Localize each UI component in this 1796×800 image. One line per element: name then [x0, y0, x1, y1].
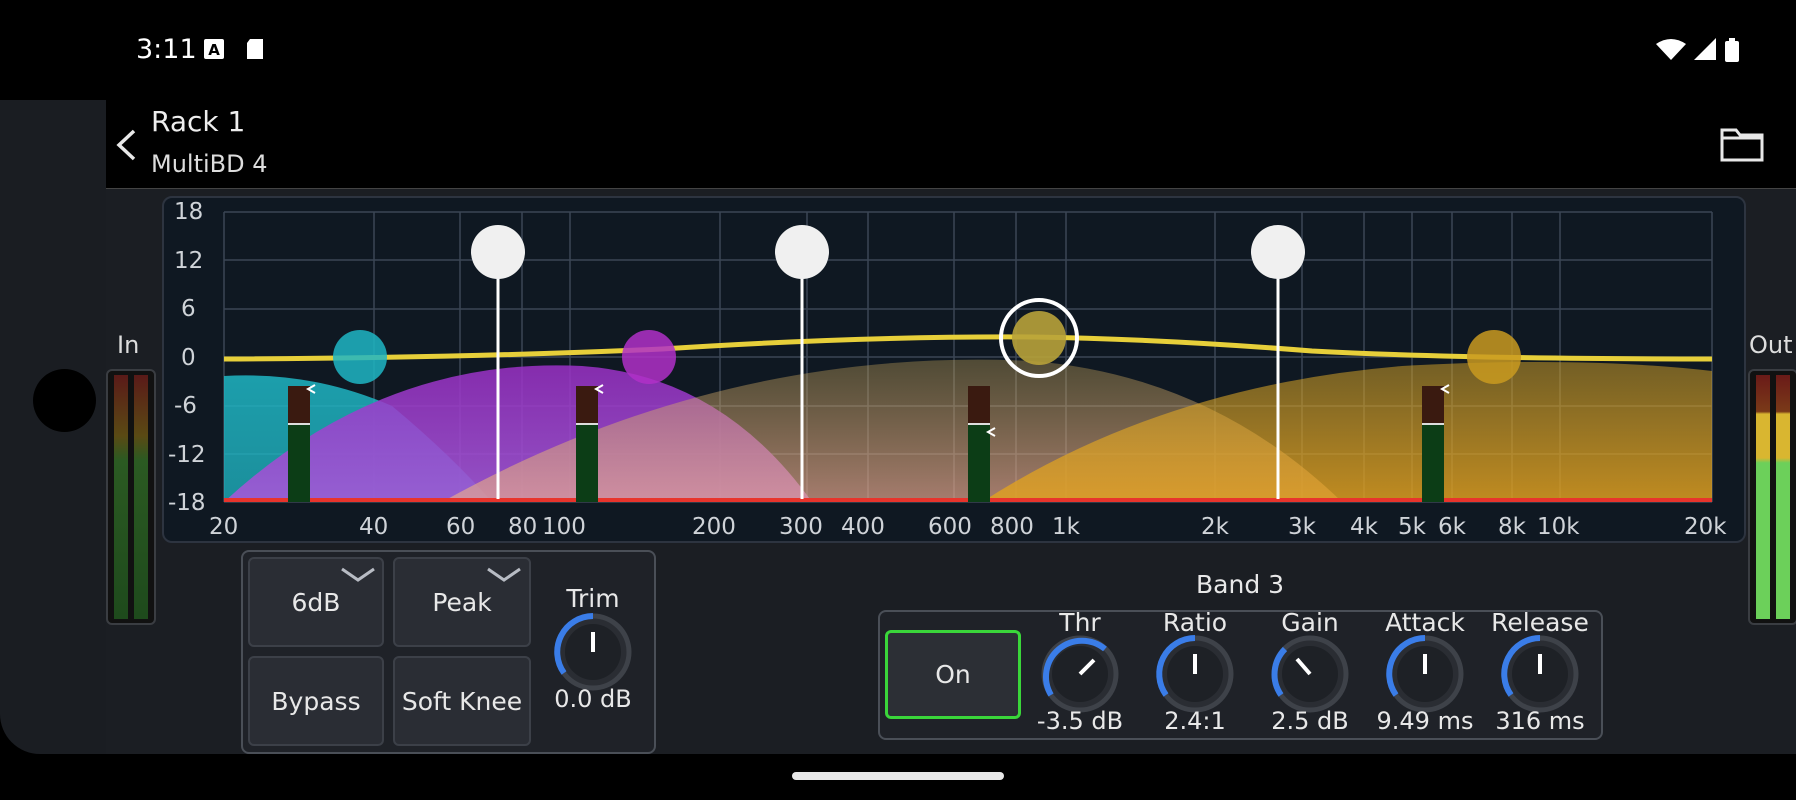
- camera-cutout: [33, 369, 96, 432]
- rack-title: Rack 1: [151, 105, 246, 138]
- y-label: -6: [174, 393, 197, 419]
- threshold-knob[interactable]: [1038, 632, 1122, 716]
- back-button[interactable]: [114, 125, 138, 165]
- input-meter: [106, 369, 156, 625]
- y-label: 18: [174, 199, 204, 225]
- soft-knee-label: Soft Knee: [401, 686, 523, 716]
- sd-card-icon: [244, 38, 266, 60]
- folder-button[interactable]: [1720, 126, 1764, 162]
- slope-label: 6dB: [291, 587, 341, 617]
- app-header: [106, 100, 1796, 189]
- x-label: 200: [692, 514, 736, 540]
- x-label: 1k: [1052, 514, 1080, 540]
- y-label: 6: [181, 296, 196, 322]
- trim-value: 0.0 dB: [554, 685, 632, 713]
- y-label: -12: [168, 442, 206, 468]
- trim-label: Trim: [566, 584, 620, 613]
- output-meter: [1748, 369, 1796, 625]
- x-label: 40: [359, 514, 389, 540]
- attack-knob[interactable]: [1383, 632, 1467, 716]
- x-label: 5k: [1398, 514, 1426, 540]
- out-meter-label: Out: [1749, 331, 1793, 359]
- x-label: 600: [928, 514, 972, 540]
- y-label: 12: [174, 248, 204, 274]
- svg-text:A: A: [208, 41, 220, 59]
- folder-icon: [1720, 128, 1764, 162]
- band3-node[interactable]: [1012, 311, 1066, 365]
- x-label: 20k: [1684, 514, 1727, 540]
- eq-plot[interactable]: [162, 196, 1742, 539]
- gain-knob[interactable]: [1268, 632, 1352, 716]
- x-label: 20: [209, 514, 239, 540]
- band-on-button[interactable]: On: [885, 630, 1021, 719]
- y-label: -18: [168, 490, 206, 516]
- signal-icon: [1692, 38, 1718, 60]
- bypass-button[interactable]: Bypass: [248, 656, 384, 746]
- y-label: 0: [181, 345, 196, 371]
- x-label: 6k: [1438, 514, 1466, 540]
- trim-knob[interactable]: [551, 610, 635, 694]
- x-label: 3k: [1288, 514, 1316, 540]
- clock: 3:11: [136, 34, 197, 65]
- wifi-icon: [1655, 38, 1687, 60]
- chevron-down-icon: [487, 567, 521, 582]
- x-label: 60: [446, 514, 476, 540]
- battery-icon: [1725, 38, 1739, 62]
- x-label: 400: [841, 514, 885, 540]
- plugin-name: MultiBD 4: [151, 150, 268, 178]
- soft-knee-button[interactable]: Soft Knee: [393, 656, 531, 746]
- bypass-label: Bypass: [271, 686, 361, 716]
- x-label: 10k: [1537, 514, 1580, 540]
- in-meter-label: In: [117, 331, 140, 359]
- release-knob[interactable]: [1498, 632, 1582, 716]
- a-icon: A: [203, 38, 225, 60]
- status-bar: [0, 0, 1796, 100]
- band1-node[interactable]: [333, 330, 387, 384]
- filter-type-label: Peak: [432, 587, 492, 617]
- chevron-left-icon: [116, 129, 136, 161]
- release-value: 316 ms: [1495, 707, 1585, 735]
- band4-node[interactable]: [1467, 330, 1521, 384]
- x-label: 800: [990, 514, 1034, 540]
- ratio-knob[interactable]: [1153, 632, 1237, 716]
- x-label: 8k: [1498, 514, 1526, 540]
- home-gesture-handle[interactable]: [792, 772, 1004, 780]
- band-title: Band 3: [1196, 570, 1285, 599]
- band-on-label: On: [935, 660, 971, 689]
- x-label: 300: [779, 514, 823, 540]
- x-label: 80: [508, 514, 538, 540]
- chevron-down-icon: [341, 567, 375, 582]
- x-label: 2k: [1201, 514, 1229, 540]
- band2-node[interactable]: [622, 330, 676, 384]
- x-label: 4k: [1350, 514, 1378, 540]
- x-label: 100: [542, 514, 586, 540]
